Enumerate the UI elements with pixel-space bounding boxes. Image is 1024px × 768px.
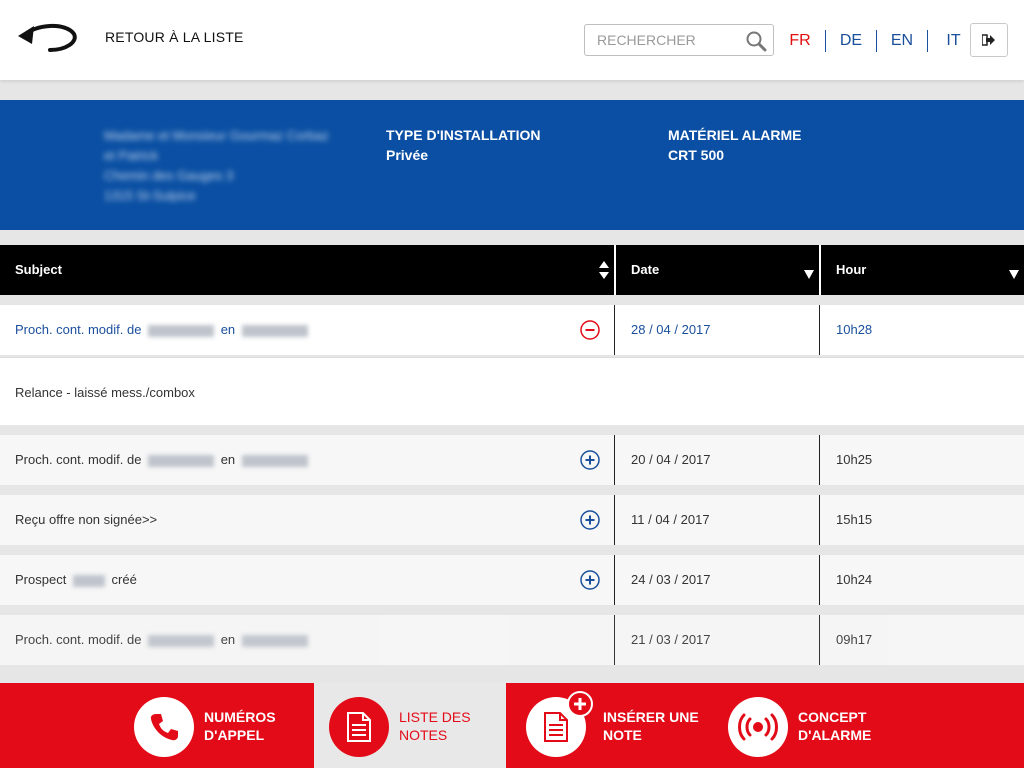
installation-type-label: TYPE D'INSTALLATION (386, 127, 541, 143)
search-icon[interactable] (745, 30, 767, 52)
client-address: Madame et Monsieur Gourmaz Corbaz et Pat… (104, 128, 329, 203)
column-divider (614, 495, 615, 545)
row-date: 20 / 04 / 2017 (631, 452, 711, 467)
nav-call-numbers[interactable]: NUMÉROS D'APPEL (120, 683, 314, 768)
row-hour: 09h17 (836, 632, 873, 647)
row-subject: Proch. cont. modif. de en (0, 435, 311, 485)
redacted-text (72, 574, 105, 587)
row-date: 24 / 03 / 2017 (631, 572, 711, 587)
sort-desc-icon[interactable] (804, 270, 814, 279)
lang-fr[interactable]: FR (775, 30, 826, 52)
expand-plus-icon[interactable] (580, 450, 600, 470)
row-hour: 10h24 (836, 572, 873, 587)
table-header: Subject Date Hour (0, 245, 1024, 295)
row-date: 11 / 04 / 2017 (631, 512, 710, 527)
nav-notes-list[interactable]: LISTE DES NOTES (314, 683, 506, 768)
redacted-date (241, 634, 308, 647)
nav-alarm-concept[interactable]: CONCEPT D'ALARME (708, 683, 898, 768)
language-switcher: FR DE EN IT (775, 30, 979, 52)
search-input[interactable] (585, 25, 745, 55)
redacted-date (148, 634, 215, 647)
note-text: Relance - laissé mess./combox (15, 385, 195, 400)
alarm-icon (728, 697, 788, 757)
row-subject: Proch. cont. modif. de en (0, 615, 311, 665)
sort-both-icon[interactable] (598, 260, 610, 280)
column-divider (614, 615, 615, 665)
row-hour: 10h28 (836, 322, 873, 337)
logout-button[interactable] (970, 23, 1008, 57)
column-divider (819, 435, 820, 485)
alarm-equipment-value: CRT 500 (668, 147, 725, 163)
expand-plus-icon[interactable] (580, 570, 600, 590)
redacted-date (241, 454, 308, 467)
row-subject: Reçu offre non signée>> (15, 512, 158, 527)
table-row[interactable]: Prospect créé 24 / 03 / 2017 10h24 (0, 555, 1024, 605)
column-divider (819, 615, 820, 665)
expanded-note: Relance - laissé mess./combox (0, 357, 1024, 425)
row-subject: Proch. cont. modif. de en (0, 305, 311, 355)
plus-icon (567, 691, 593, 717)
nav-insert-note[interactable]: INSÉRER UNE NOTE (506, 683, 708, 768)
alarm-equipment-label: MATÉRIEL ALARME (668, 127, 802, 143)
column-hour[interactable]: Hour (821, 245, 1024, 295)
table-row[interactable]: Proch. cont. modif. de en 28 / 04 / 2017… (0, 305, 1024, 355)
search-box (584, 24, 774, 56)
column-subject[interactable]: Subject (0, 245, 614, 295)
phone-icon (134, 697, 194, 757)
column-divider (819, 305, 820, 355)
column-divider (614, 555, 615, 605)
bottom-navigation: NUMÉROS D'APPEL LISTE DES NOTES INSÉRER … (0, 683, 1024, 768)
logout-icon (982, 34, 995, 46)
row-subject: Prospect créé (15, 572, 137, 587)
table-row[interactable]: Proch. cont. modif. de en 20 / 04 / 2017… (0, 435, 1024, 485)
column-divider (819, 495, 820, 545)
back-arrow-icon[interactable] (14, 18, 80, 58)
client-info-band: Madame et Monsieur Gourmaz Corbaz et Pat… (0, 100, 1024, 230)
redacted-date (148, 454, 215, 467)
sort-desc-icon[interactable] (1009, 270, 1019, 279)
row-hour: 10h25 (836, 452, 873, 467)
expand-plus-icon[interactable] (580, 510, 600, 530)
column-divider (614, 435, 615, 485)
column-date[interactable]: Date (616, 245, 819, 295)
lang-de[interactable]: DE (826, 30, 877, 52)
lang-en[interactable]: EN (877, 30, 928, 52)
installation-type-value: Privée (386, 147, 429, 163)
document-icon (329, 697, 389, 757)
collapse-minus-icon[interactable] (580, 320, 600, 340)
column-divider (614, 305, 615, 355)
column-divider (819, 555, 820, 605)
table-row[interactable]: Proch. cont. modif. de en 21 / 03 / 2017… (0, 615, 1024, 665)
redacted-date (148, 324, 215, 337)
row-date: 21 / 03 / 2017 (631, 632, 711, 647)
row-date: 28 / 04 / 2017 (631, 322, 711, 337)
top-bar: RETOUR À LA LISTE FR DE EN IT (0, 0, 1024, 80)
table-row[interactable]: Reçu offre non signée>> 11 / 04 / 2017 1… (0, 495, 1024, 545)
back-to-list-link[interactable]: RETOUR À LA LISTE (105, 29, 244, 45)
row-hour: 15h15 (836, 512, 873, 527)
redacted-date (241, 324, 308, 337)
